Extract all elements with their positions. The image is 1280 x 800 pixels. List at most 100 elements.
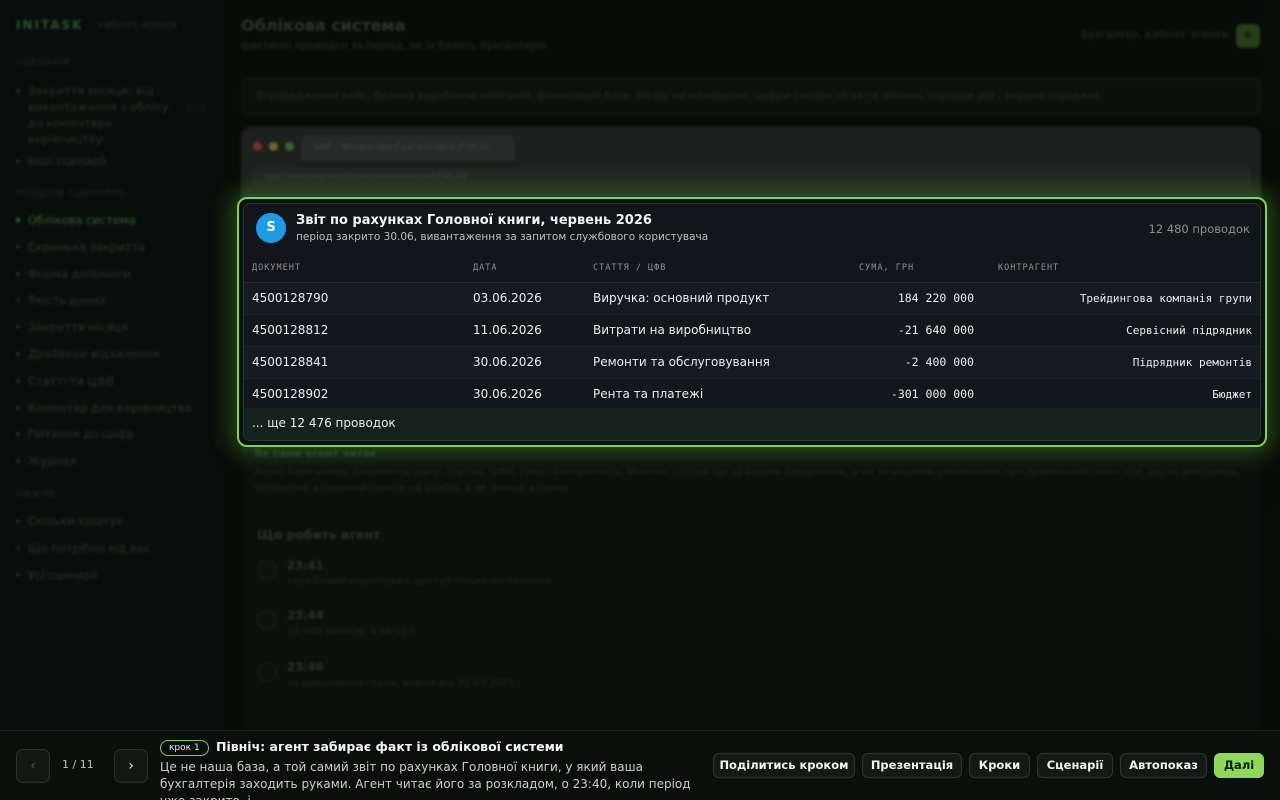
cell-counterparty: Трейдингова компанія групи: [990, 282, 1260, 315]
cell-counterparty: Підрядник ремонтів: [990, 346, 1260, 379]
sidebar-item-management-comment[interactable]: Коментар для керівництва: [16, 400, 212, 416]
cell-amount: -21 640 000: [851, 314, 990, 347]
report-subtitle: період закрито 30.06, вивантаження за за…: [296, 231, 709, 243]
column-header-amount[interactable]: СУМА, ГРН: [851, 255, 990, 283]
bullet-icon: [16, 272, 20, 276]
sidebar-heading-below: Нижче: [16, 490, 57, 500]
cell-date: 11.06.2026: [465, 314, 585, 347]
cell-document: 4500128841: [244, 346, 465, 379]
criteria-text: Агент бере номер документа, дату, статтю…: [254, 467, 1241, 494]
cell-item: Ремонти та обслуговування: [585, 346, 851, 379]
column-header-counterparty[interactable]: КОНТРАГЕНТ: [990, 255, 1260, 283]
table-row[interactable]: 4500128841 30.06.2026 Ремонти та обслуго…: [244, 346, 1260, 379]
sidebar-item-label: Інші сценарії: [28, 154, 106, 168]
sidebar-heading-sections: Розділи сценарію: [16, 189, 127, 199]
sidebar-item-label: Драйвери відхилення: [28, 347, 160, 361]
step-pager: 1 / 11: [62, 758, 94, 771]
cell-amount: 184 220 000: [851, 282, 990, 315]
sidebar-item-other-scenarios[interactable]: Інші сценарії: [16, 153, 212, 169]
step-circle-icon: [257, 662, 277, 682]
sidebar: INITASK кабінет агента Сценарій Закриття…: [0, 0, 222, 730]
presentation-button[interactable]: Презентація: [862, 753, 962, 778]
cell-date: 30.06.2026: [465, 378, 585, 411]
sidebar-item-cost[interactable]: Скільки коштує: [16, 513, 212, 529]
sidebar-item-label: Скільки коштує: [28, 514, 123, 528]
bullet-icon: [16, 406, 20, 410]
close-dot-icon[interactable]: [253, 142, 262, 151]
step-description: Це не наша база, а той самий звіт по рах…: [160, 760, 691, 800]
cell-date: 30.06.2026: [465, 346, 585, 379]
cell-counterparty: Сервісний підрядник: [990, 314, 1260, 347]
column-header-document[interactable]: ДОКУМЕНТ: [244, 255, 465, 283]
sidebar-item-questions[interactable]: Питання до цифр: [16, 426, 212, 442]
avatar[interactable]: Б: [1236, 24, 1260, 48]
sidebar-item-all-scenarios[interactable]: Усі сценарії: [16, 567, 212, 583]
ledger-table: ДОКУМЕНТ ДАТА СТАТТЯ / ЦФВ СУМА, ГРН КОН…: [244, 255, 1260, 411]
step-badge: крок 1: [160, 740, 209, 756]
sidebar-item-month-close[interactable]: Закриття місяця: [16, 319, 212, 335]
sidebar-item-help-form[interactable]: Форма допомоги: [16, 266, 212, 282]
sidebar-item-accounting-system[interactable]: Облікова система: [16, 212, 212, 228]
minimize-dot-icon[interactable]: [269, 142, 278, 151]
sidebar-item-journal[interactable]: Журнал: [16, 453, 212, 469]
sidebar-item-label: Облікова система: [28, 213, 136, 227]
cell-document: 4500128790: [244, 282, 465, 315]
autoplay-button[interactable]: Автопоказ: [1120, 753, 1207, 778]
table-row[interactable]: 4500128902 30.06.2026 Рента та платежі -…: [244, 378, 1260, 411]
sidebar-item-label: Усі сценарії: [28, 568, 98, 582]
case-notice: Впровадження кейс. Велика виробнича комп…: [241, 78, 1261, 116]
entries-count: 12 480 проводок: [1148, 222, 1251, 236]
table-row[interactable]: 4500128812 11.06.2026 Витрати на виробни…: [244, 314, 1260, 347]
bullet-icon: [16, 352, 20, 356]
page-title: Облікова система: [241, 16, 406, 35]
sidebar-item-label: Закриття місяця: [28, 320, 128, 334]
sidebar-item-label: Статті та ЦФВ: [28, 374, 115, 388]
sidebar-item-data-quality[interactable]: Якість даних: [16, 292, 212, 308]
scenarios-button[interactable]: Сценарії: [1037, 753, 1113, 778]
maximize-dot-icon[interactable]: [285, 142, 294, 151]
cell-document: 4500128902: [244, 378, 465, 411]
share-step-button[interactable]: Поділитись кроком: [713, 753, 855, 778]
bullet-icon: [16, 245, 20, 249]
sidebar-item-variance-drivers[interactable]: Драйвери відхилення: [16, 346, 212, 362]
browser-chrome: SAP · Фінансова бухгалтерія (FI/CO) sap.…: [241, 127, 1261, 199]
report-header: S Звіт по рахунках Головної книги, черве…: [244, 204, 1260, 246]
more-entries-row[interactable]: ... ще 12 476 проводок: [244, 408, 1260, 440]
next-step-arrow-button[interactable]: ›: [114, 749, 148, 783]
sidebar-item-label: Журнал: [28, 454, 77, 468]
sidebar-item-closing-box[interactable]: Скринька закриття: [16, 239, 212, 255]
walkthrough-bar: ‹ 1 / 11 › крок 1 Північ: агент забирає …: [0, 730, 1280, 800]
sidebar-heading-scenario: Сценарій: [16, 58, 71, 68]
sidebar-item-label: Форма допомоги: [28, 267, 131, 281]
sidebar-item-label: Що потрібно від вас: [28, 541, 151, 555]
step-description: 12 480 записів, 4 хв 12 с: [287, 626, 417, 637]
table-header-row: ДОКУМЕНТ ДАТА СТАТТЯ / ЦФВ СУМА, ГРН КОН…: [244, 255, 1260, 283]
step-circle-icon: [257, 560, 277, 580]
cell-item: Рента та платежі: [585, 378, 851, 411]
next-button[interactable]: Далі: [1214, 753, 1264, 778]
cell-item: Виручка: основний продукт: [585, 282, 851, 315]
brand-logo: INITASK: [16, 18, 84, 32]
column-header-item[interactable]: СТАТТЯ / ЦФВ: [585, 255, 851, 283]
previous-step-button[interactable]: ‹: [16, 749, 50, 783]
cell-amount: -2 400 000: [851, 346, 990, 379]
sidebar-item-requirements[interactable]: Що потрібно від вас: [16, 540, 212, 556]
bullet-icon: [16, 573, 20, 577]
table-row[interactable]: 4500128790 03.06.2026 Виручка: основний …: [244, 282, 1260, 315]
sidebar-item-items-cfr[interactable]: Статті та ЦФВ: [16, 373, 212, 389]
step-time: 23:44: [287, 608, 324, 622]
address-bar[interactable]: sap.company.local/gl/accounts/export/FBL…: [251, 167, 1251, 189]
column-header-date[interactable]: ДАТА: [465, 255, 585, 283]
sidebar-item-label: Скринька закриття: [28, 240, 145, 254]
browser-tab[interactable]: SAP · Фінансова бухгалтерія (FI/CO): [301, 135, 515, 161]
bullet-icon: [16, 298, 20, 302]
cell-document: 4500128812: [244, 314, 465, 347]
sidebar-item-label: Якість даних: [28, 293, 107, 307]
bullet-icon: [16, 89, 20, 93]
report-panel: S Звіт по рахунках Головної книги, черве…: [243, 203, 1261, 441]
bullet-icon: [16, 519, 20, 523]
cell-amount: -301 000 000: [851, 378, 990, 411]
bullet-icon: [16, 459, 20, 463]
steps-button[interactable]: Кроки: [969, 753, 1030, 778]
sidebar-item-scenario[interactable]: Закриття місяця: від вивантаження з облі…: [16, 83, 212, 147]
